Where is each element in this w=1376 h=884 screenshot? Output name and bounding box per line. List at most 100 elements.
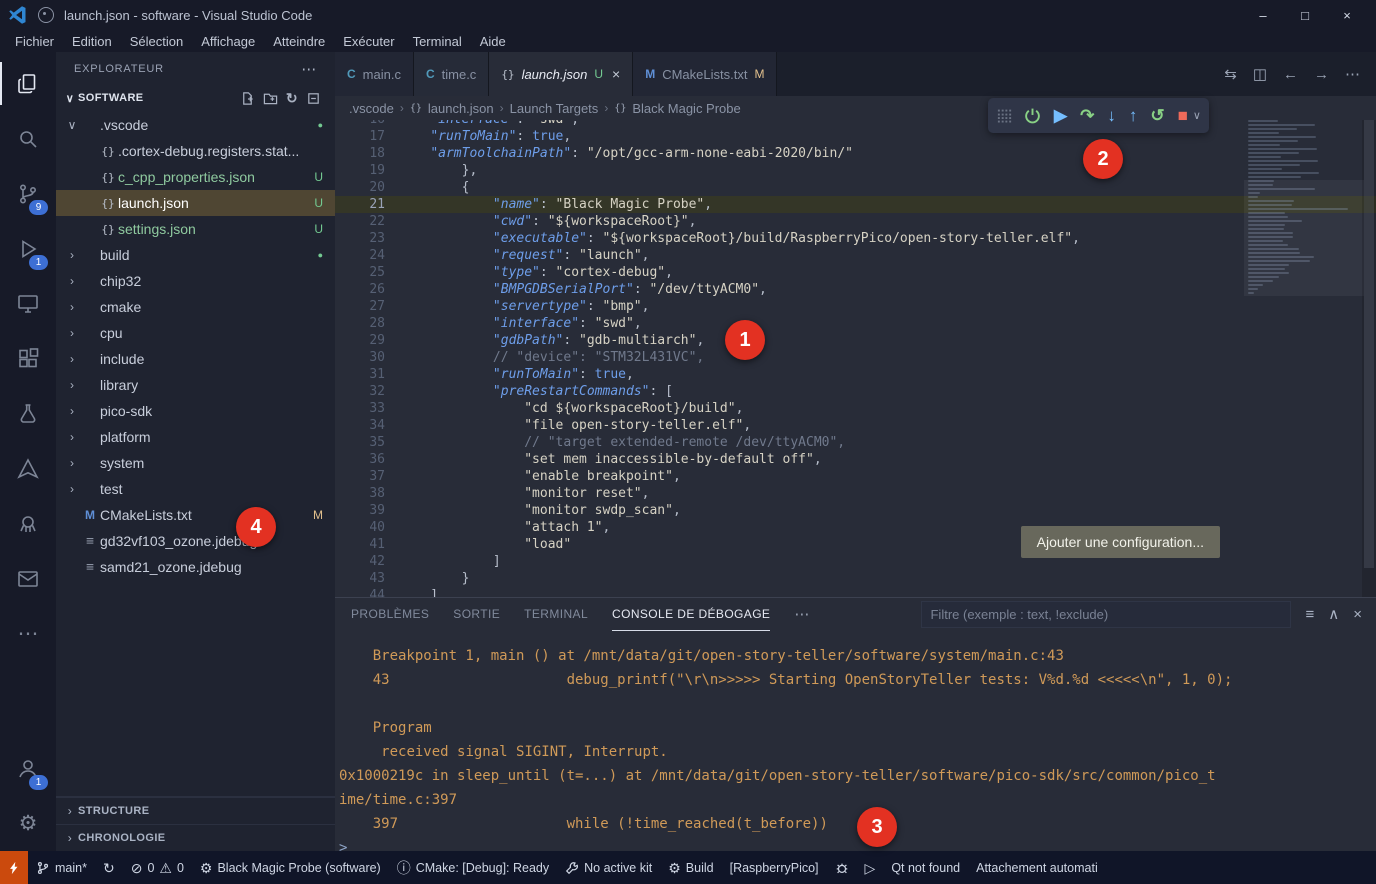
new-folder-icon[interactable] [263,91,278,106]
tree-item-launch-json[interactable]: {}launch.jsonU [56,190,335,216]
tree-item-chip32[interactable]: ›chip32 [56,268,335,294]
problems-item[interactable]: ⊘ 0 ⚠ 0 [123,851,192,884]
activity-remote-explorer[interactable] [0,276,56,331]
more-actions-icon[interactable]: ⋯ [1345,65,1360,83]
attach-item[interactable]: Attachement automati [968,851,1106,884]
stop-dropdown-icon[interactable]: ∨ [1193,109,1201,122]
section-structure[interactable]: › STRUCTURE [56,797,335,824]
tree-item-pico-sdk[interactable]: ›pico-sdk [56,398,335,424]
tree-item-gd32vf103-ozone-jdebug[interactable]: ≡gd32vf103_ozone.jdebug [56,528,335,554]
menu-fichier[interactable]: Fichier [6,34,63,49]
tree-item-system[interactable]: ›system [56,450,335,476]
tree-item--vscode[interactable]: ∨.vscode● [56,112,335,138]
panel-tab-problemes[interactable]: PROBLÈMES [351,598,429,631]
breadcrumb-item[interactable]: .vscode [349,101,394,116]
breadcrumb-item[interactable]: Launch Targets [510,101,599,116]
minimize-button[interactable]: – [1242,0,1284,30]
tree-item-test[interactable]: ›test [56,476,335,502]
menu-terminal[interactable]: Terminal [404,34,471,49]
activity-testing[interactable] [0,386,56,441]
tab-time-c[interactable]: C time.c [414,52,489,96]
menu-edition[interactable]: Edition [63,34,121,49]
tree-item-samd21-ozone-jdebug[interactable]: ≡samd21_ozone.jdebug [56,554,335,580]
step-over-icon[interactable]: ↷ [1080,107,1094,124]
nav-forward-icon[interactable]: → [1314,66,1329,83]
tree-item-library[interactable]: ›library [56,372,335,398]
tab-cmakelists[interactable]: M CMakeLists.txt M [633,52,777,96]
tree-item-cpu[interactable]: ›cpu [56,320,335,346]
console-input-prompt[interactable]: > [339,836,1376,851]
tab-launch-json[interactable]: {} launch.json U × [489,52,633,96]
tree-item-build[interactable]: ›build● [56,242,335,268]
breadcrumb-item[interactable]: launch.json [428,101,494,116]
sync-item[interactable]: ↻ [95,851,123,884]
section-chronologie[interactable]: › CHRONOLOGIE [56,824,335,851]
tree-item-cmake[interactable]: ›cmake [56,294,335,320]
code-editor[interactable]: 16 "interface": "swd",17 "runToMain": tr… [335,120,1376,597]
panel-tab-terminal[interactable]: TERMINAL [524,598,588,631]
kit-item[interactable]: No active kit [557,851,660,884]
debug-target-item[interactable] [827,851,857,884]
panel-more-tabs-icon[interactable]: ⋯ [794,605,809,623]
panel-close-icon[interactable]: × [1353,606,1362,623]
tree-item--cortex-debug-registers-stat-[interactable]: {}.cortex-debug.registers.stat... [56,138,335,164]
tree-item-include[interactable]: ›include [56,346,335,372]
minimap[interactable] [1248,120,1360,420]
drag-handle-icon[interactable]: ⣿⣿ [996,108,1011,124]
activity-run-debug[interactable]: 1 [0,221,56,276]
editor-scrollbar[interactable] [1362,120,1376,597]
activity-extensions[interactable] [0,331,56,386]
minimap-viewport[interactable] [1244,180,1364,296]
maximize-button[interactable]: □ [1284,0,1326,30]
activity-more-views[interactable]: ⋯ [0,606,56,661]
step-into-icon[interactable]: ↓ [1107,107,1116,124]
console-lines-icon[interactable]: ≡ [1305,606,1314,623]
panel-tab-debug-console[interactable]: CONSOLE DE DÉBOGAGE [612,598,770,631]
menu-atteindre[interactable]: Atteindre [264,34,334,49]
git-branch-item[interactable]: main* [28,851,95,884]
restart-icon[interactable]: ↺ [1150,107,1164,124]
collapse-all-icon[interactable] [306,91,321,106]
new-file-icon[interactable] [240,91,255,106]
sidebar-more-icon[interactable]: ⋯ [301,60,317,78]
breadcrumb-item[interactable]: Black Magic Probe [632,101,740,116]
build-item[interactable]: ⚙ Build [660,851,721,884]
workspace-section-header[interactable]: ∨ SOFTWARE ↻ [56,86,335,110]
nav-back-icon[interactable]: ← [1283,66,1298,83]
add-configuration-button[interactable]: Ajouter une configuration... [1021,526,1220,558]
activity-platformio[interactable] [0,496,56,551]
power-icon[interactable] [1024,107,1041,124]
panel-tab-sortie[interactable]: SORTIE [453,598,500,631]
debug-config-item[interactable]: ⚙ Black Magic Probe (software) [192,851,389,884]
menu-affichage[interactable]: Affichage [192,34,264,49]
menu-executer[interactable]: Exécuter [334,34,403,49]
console-filter-input[interactable] [921,601,1291,628]
launch-item[interactable]: ▷ [857,851,884,884]
build-target-item[interactable]: [RaspberryPico] [722,851,827,884]
close-tab-icon[interactable]: × [612,66,620,82]
tree-item-settings-json[interactable]: {}settings.jsonU [56,216,335,242]
activity-account[interactable]: 1 [0,741,56,796]
panel-maximize-icon[interactable]: ∧ [1328,605,1339,623]
activity-source-control[interactable]: 9 [0,166,56,221]
scrollbar-thumb[interactable] [1364,120,1374,568]
cmake-status-item[interactable]: ⓘ CMake: [Debug]: Ready [389,851,557,884]
continue-icon[interactable]: ▶ [1054,107,1067,124]
menu-selection[interactable]: Sélection [121,34,192,49]
open-changes-icon[interactable]: ⇆ [1224,65,1237,83]
tree-item-c-cpp-properties-json[interactable]: {}c_cpp_properties.jsonU [56,164,335,190]
activity-search[interactable] [0,111,56,166]
debug-console-output[interactable]: Breakpoint 1, main () at /mnt/data/git/o… [335,630,1376,851]
activity-settings[interactable]: ⚙ [0,796,56,851]
activity-cmake[interactable] [0,441,56,496]
tab-main-c[interactable]: C main.c [335,52,414,96]
tree-item-cmakelists-txt[interactable]: MCMakeLists.txtM [56,502,335,528]
activity-explorer[interactable] [0,56,56,111]
stop-icon[interactable]: ■ [1178,107,1188,124]
close-button[interactable]: × [1326,0,1368,30]
tree-item-platform[interactable]: ›platform [56,424,335,450]
step-out-icon[interactable]: ↑ [1129,107,1138,124]
qt-item[interactable]: Qt not found [883,851,968,884]
split-editor-icon[interactable]: ◫ [1253,65,1267,83]
activity-messages[interactable] [0,551,56,606]
